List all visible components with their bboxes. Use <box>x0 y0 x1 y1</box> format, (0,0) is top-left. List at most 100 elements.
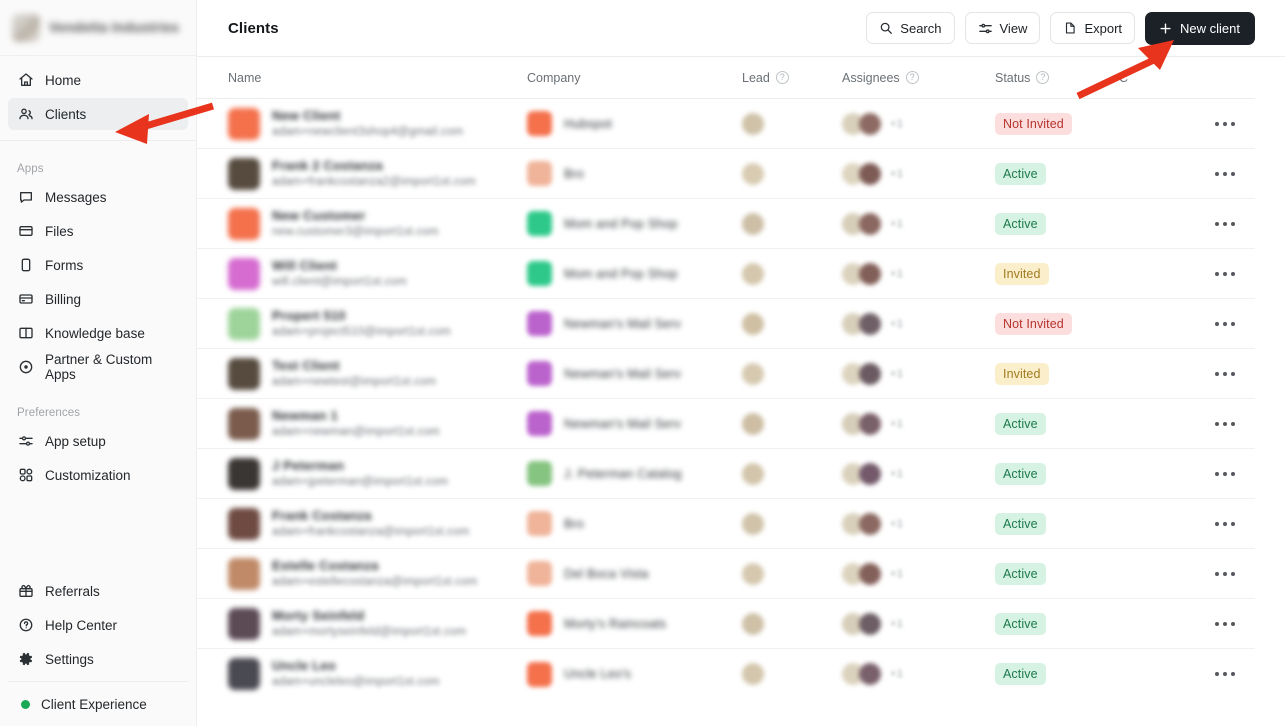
table-row[interactable]: J Peterman adam+jpeterman@import1st.com J.… <box>197 449 1255 499</box>
cell-company[interactable]: Hubspot <box>527 111 742 136</box>
sidebar-item-referrals[interactable]: Referrals <box>8 575 188 607</box>
row-actions[interactable] <box>1195 221 1255 226</box>
cell-company[interactable]: Newman's Mail Serv <box>527 411 742 436</box>
cell-lead[interactable] <box>742 112 842 135</box>
sidebar-item-help-center[interactable]: Help Center <box>8 609 188 641</box>
cell-lead[interactable] <box>742 312 842 335</box>
cell-assignees[interactable]: +1 <box>842 212 995 235</box>
cell-assignees[interactable]: +1 <box>842 512 995 535</box>
cell-assignees[interactable]: +1 <box>842 312 995 335</box>
cell-status[interactable]: Active <box>995 512 1119 535</box>
more-horizontal-icon[interactable] <box>1215 321 1235 326</box>
sidebar-item-clients[interactable]: Clients <box>8 98 188 130</box>
cell-status[interactable]: Not Invited <box>995 112 1119 135</box>
cell-lead[interactable] <box>742 362 842 385</box>
cell-assignees[interactable]: +1 <box>842 562 995 585</box>
cell-assignees[interactable]: +1 <box>842 412 995 435</box>
cell-assignees[interactable]: +1 <box>842 262 995 285</box>
table-row[interactable]: New Client adam+newclient3shop4@gmail.com… <box>197 99 1255 149</box>
cell-assignees[interactable]: +1 <box>842 162 995 185</box>
more-horizontal-icon[interactable] <box>1215 521 1235 526</box>
cell-lead[interactable] <box>742 562 842 585</box>
cell-name[interactable]: J Peterman adam+jpeterman@import1st.com <box>228 457 527 490</box>
cell-status[interactable]: Active <box>995 562 1119 585</box>
row-actions[interactable] <box>1195 621 1255 626</box>
cell-status[interactable]: Active <box>995 663 1119 685</box>
column-header-status[interactable]: Status? <box>995 71 1119 85</box>
info-icon[interactable]: ? <box>775 71 789 84</box>
table-row[interactable]: Estelle Costanza adam+estellecostanza@imp… <box>197 549 1255 599</box>
cell-company[interactable]: Bro <box>527 511 742 536</box>
more-horizontal-icon[interactable] <box>1215 471 1235 476</box>
view-button[interactable]: View <box>964 12 1041 44</box>
row-actions[interactable] <box>1195 521 1255 526</box>
sidebar-item-forms[interactable]: Forms <box>8 249 188 281</box>
more-horizontal-icon[interactable] <box>1215 621 1235 626</box>
more-horizontal-icon[interactable] <box>1215 672 1235 676</box>
column-header-truncated[interactable]: C <box>1119 71 1255 85</box>
table-row[interactable]: Will Client will.client@import1st.com Mom … <box>197 249 1255 299</box>
cell-name[interactable]: Propert 510 adam+project510@import1st.com <box>228 307 527 340</box>
column-header-lead[interactable]: Lead? <box>742 71 842 85</box>
cell-name[interactable]: Newman 1 adam+newman@import1st.com <box>228 407 527 440</box>
cell-lead[interactable] <box>742 462 842 485</box>
sidebar-item-billing[interactable]: Billing <box>8 283 188 315</box>
table-row[interactable]: Newman 1 adam+newman@import1st.com Newman'… <box>197 399 1255 449</box>
table-row[interactable]: Morty Seinfeld adam+mortyseinfeld@import1… <box>197 599 1255 649</box>
more-horizontal-icon[interactable] <box>1215 171 1235 176</box>
cell-status[interactable]: Not Invited <box>995 312 1119 335</box>
info-icon[interactable]: ? <box>905 71 919 84</box>
cell-name[interactable]: Test Client adam+newtest@import1st.com <box>228 357 527 390</box>
cell-lead[interactable] <box>742 512 842 535</box>
table-row[interactable]: Frank Costanza adam+frankcostanza@import1… <box>197 499 1255 549</box>
cell-assignees[interactable]: +1 <box>842 612 995 635</box>
cell-company[interactable]: Del Boca Vista <box>527 561 742 586</box>
cell-company[interactable]: Bro <box>527 161 742 186</box>
sidebar-item-knowledge-base[interactable]: Knowledge base <box>8 317 188 349</box>
column-header-assignees[interactable]: Assignees? <box>842 71 995 85</box>
cell-lead[interactable] <box>742 162 842 185</box>
table-row[interactable]: Propert 510 adam+project510@import1st.com… <box>197 299 1255 349</box>
row-actions[interactable] <box>1195 672 1255 676</box>
cell-name[interactable]: Estelle Costanza adam+estellecostanza@imp… <box>228 557 527 590</box>
cell-company[interactable]: Mom and Pop Shop <box>527 211 742 236</box>
table-row[interactable]: Uncle Leo adam+uncleleo@import1st.com Uncl… <box>197 649 1255 699</box>
more-horizontal-icon[interactable] <box>1215 571 1235 576</box>
client-experience-toggle[interactable]: Client Experience <box>8 688 188 720</box>
more-horizontal-icon[interactable] <box>1215 371 1235 376</box>
cell-assignees[interactable]: +1 <box>842 362 995 385</box>
sidebar-item-customization[interactable]: Customization <box>8 459 188 491</box>
cell-lead[interactable] <box>742 412 842 435</box>
more-horizontal-icon[interactable] <box>1215 271 1235 276</box>
cell-status[interactable]: Active <box>995 462 1119 485</box>
info-icon[interactable]: ? <box>1036 71 1050 84</box>
search-button[interactable]: Search <box>866 12 955 44</box>
cell-status[interactable]: Invited <box>995 262 1119 285</box>
row-actions[interactable] <box>1195 471 1255 476</box>
row-actions[interactable] <box>1195 121 1255 126</box>
cell-company[interactable]: Uncle Leo's <box>527 661 742 687</box>
cell-name[interactable]: Will Client will.client@import1st.com <box>228 257 527 290</box>
table-row[interactable]: Frank 2 Costanza adam+frankcostanza2@impo… <box>197 149 1255 199</box>
column-header-name[interactable]: Name <box>228 71 527 85</box>
row-actions[interactable] <box>1195 321 1255 326</box>
cell-assignees[interactable]: +1 <box>842 663 995 685</box>
row-actions[interactable] <box>1195 421 1255 426</box>
more-horizontal-icon[interactable] <box>1215 121 1235 126</box>
more-horizontal-icon[interactable] <box>1215 421 1235 426</box>
cell-name[interactable]: New Customer new.customer3@import1st.com <box>228 207 527 240</box>
cell-company[interactable]: Newman's Mail Serv <box>527 311 742 336</box>
cell-name[interactable]: Frank 2 Costanza adam+frankcostanza2@impo… <box>228 157 527 190</box>
row-actions[interactable] <box>1195 271 1255 276</box>
cell-lead[interactable] <box>742 612 842 635</box>
cell-assignees[interactable]: +1 <box>842 112 995 135</box>
table-row[interactable]: Test Client adam+newtest@import1st.com New… <box>197 349 1255 399</box>
cell-name[interactable]: New Client adam+newclient3shop4@gmail.com <box>228 107 527 140</box>
cell-company[interactable]: Mom and Pop Shop <box>527 261 742 286</box>
cell-name[interactable]: Frank Costanza adam+frankcostanza@import1… <box>228 507 527 540</box>
row-actions[interactable] <box>1195 171 1255 176</box>
cell-status[interactable]: Invited <box>995 362 1119 385</box>
new-client-button[interactable]: New client <box>1145 11 1255 45</box>
cell-lead[interactable] <box>742 212 842 235</box>
cell-status[interactable]: Active <box>995 612 1119 635</box>
